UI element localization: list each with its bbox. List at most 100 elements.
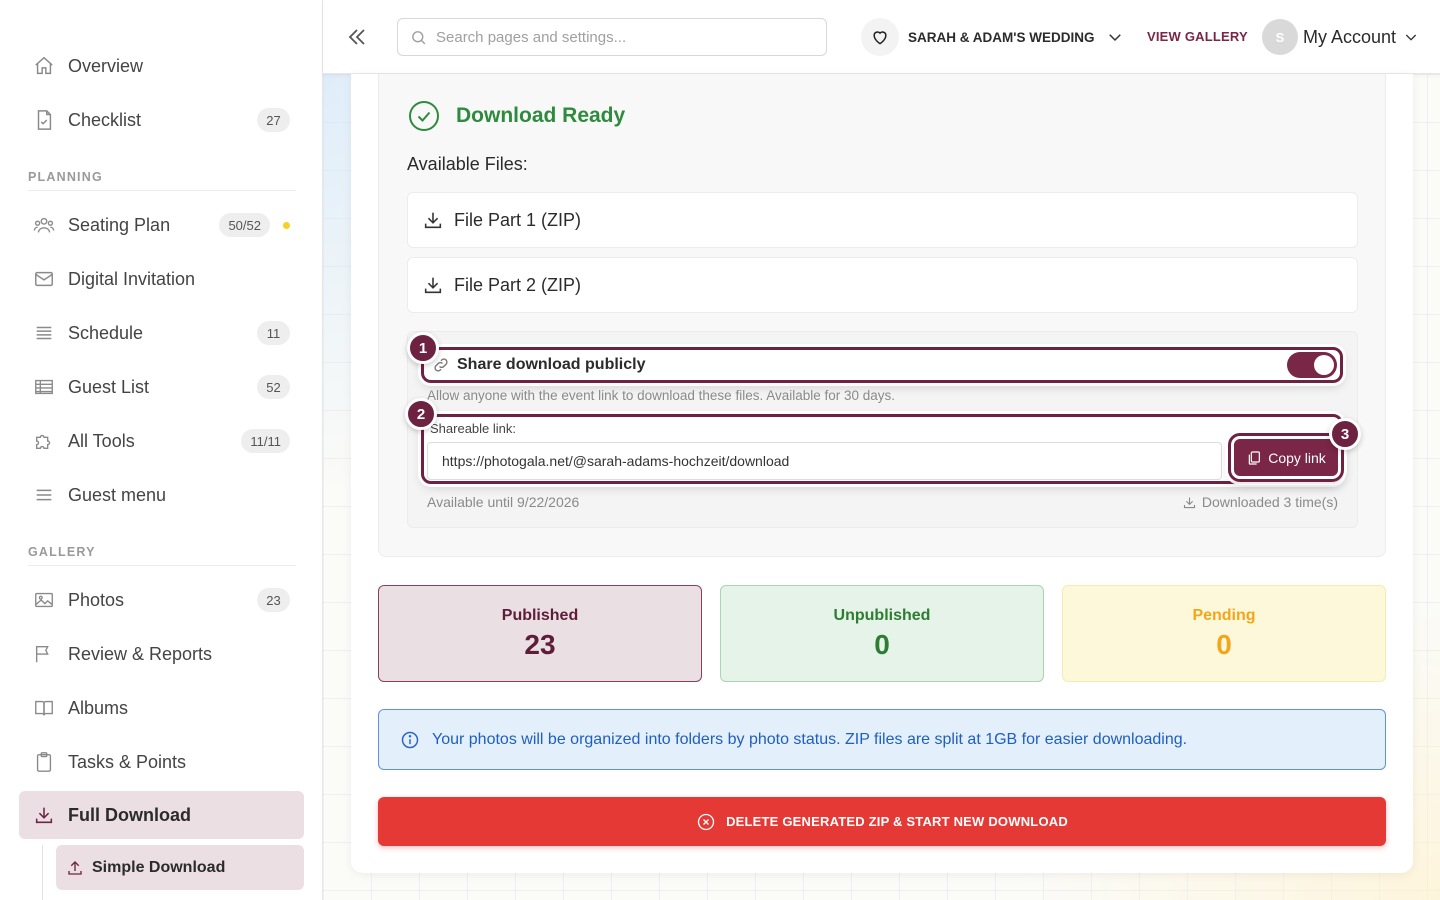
sidebar-item-label: Schedule (68, 322, 144, 343)
file-label: File Part 2 (ZIP) (454, 274, 582, 295)
avatar: S (1262, 19, 1298, 55)
search-input[interactable] (436, 28, 806, 46)
stat-label: Pending (1192, 606, 1256, 624)
sidebar-item-schedule[interactable]: Schedule 11 (19, 309, 304, 357)
stat-value: 0 (1216, 628, 1232, 660)
count-badge: 27 (257, 108, 290, 132)
share-label: Share download publicly (457, 356, 646, 373)
sidebar-item-checklist[interactable]: Checklist 27 (19, 96, 304, 144)
download-count: Downloaded 3 time(s) (1182, 494, 1338, 510)
step-marker: 1 (407, 332, 439, 364)
count-badge: 50/52 (219, 213, 270, 237)
sidebar-item-review-reports[interactable]: Review & Reports (19, 630, 304, 678)
menu-icon (33, 484, 55, 506)
book-icon (33, 697, 55, 719)
sidebar-item-guest-list[interactable]: Guest List 52 (19, 363, 304, 411)
heart-icon (861, 18, 899, 56)
section-divider (28, 565, 296, 566)
file-label: File Part 1 (ZIP) (454, 209, 582, 230)
available-until: Available until 9/22/2026 (427, 494, 580, 510)
chevron-down-icon (1106, 28, 1124, 46)
users-icon (33, 214, 55, 236)
count-badge: 11 (257, 321, 290, 345)
sidebar-item-tasks-points[interactable]: Tasks & Points (19, 738, 304, 786)
stat-pending: Pending 0 (1062, 585, 1386, 682)
search-icon (410, 29, 427, 46)
sidebar-item-photos[interactable]: Photos 23 (19, 576, 304, 624)
download-count-text: Downloaded 3 time(s) (1201, 494, 1338, 510)
section-divider (28, 190, 296, 191)
sidebar-item-guest-menu[interactable]: Guest menu (19, 471, 304, 519)
puzzle-icon (33, 430, 55, 452)
link-label: Shareable link: (430, 421, 516, 436)
copy-link-highlight: Copy link (1228, 433, 1344, 482)
main-card: Download Ready Available Files: File Par… (351, 74, 1413, 873)
check-circle-icon (408, 100, 440, 132)
image-icon (33, 589, 55, 611)
sidebar-item-label: Full Download (68, 804, 191, 825)
account-menu[interactable]: S My Account (1262, 18, 1419, 56)
download-icon (422, 209, 444, 231)
sidebar-item-label: Overview (68, 55, 144, 76)
download-icon (1182, 495, 1197, 510)
files-title: Available Files: (407, 154, 528, 174)
file-download-row[interactable]: File Part 2 (ZIP) (407, 257, 1358, 313)
copy-link-button[interactable]: Copy link (1234, 439, 1338, 476)
sidebar-item-seating-plan[interactable]: Seating Plan 50/52 (19, 201, 304, 249)
collapse-sidebar-icon[interactable] (345, 25, 369, 49)
mail-icon (33, 268, 55, 290)
file-download-row[interactable]: File Part 1 (ZIP) (407, 192, 1358, 248)
sidebar-subitem-simple-download[interactable]: Simple Download (56, 845, 304, 890)
list-icon (33, 322, 55, 344)
upload-icon (66, 859, 84, 877)
count-badge: 11/11 (241, 429, 290, 453)
download-status-title: Download Ready (456, 104, 626, 127)
sidebar-item-label: Seating Plan (68, 214, 171, 235)
sidebar-item-albums[interactable]: Albums (19, 684, 304, 732)
info-text: Your photos will be organized into folde… (432, 730, 1188, 748)
copy-link-label: Copy link (1268, 449, 1326, 466)
sidebar-item-all-tools[interactable]: All Tools 11/11 (19, 417, 304, 465)
shareable-link-input[interactable] (427, 442, 1222, 480)
delete-zip-label: DELETE GENERATED ZIP & START NEW DOWNLOA… (726, 814, 1068, 829)
download-icon (33, 804, 55, 826)
sidebar-item-label: Guest menu (68, 484, 167, 505)
info-alert: Your photos will be organized into folde… (378, 709, 1386, 770)
sidebar-item-full-download[interactable]: Full Download (19, 791, 304, 839)
event-selector[interactable]: SARAH & ADAM'S WEDDING (861, 18, 1124, 56)
search-box (397, 18, 827, 56)
download-icon (422, 274, 444, 296)
sidebar-item-label: Photos (68, 589, 125, 610)
stat-label: Unpublished (833, 606, 931, 624)
view-gallery-link[interactable]: VIEW GALLERY (1147, 29, 1248, 44)
flag-icon (33, 643, 55, 665)
count-badge: 52 (257, 375, 290, 399)
step-marker: 3 (1329, 418, 1361, 450)
share-toggle-row[interactable]: Share download publicly (421, 347, 1343, 383)
info-icon (400, 730, 420, 750)
section-label-planning: PLANNING (28, 170, 103, 184)
clipboard-icon (33, 751, 55, 773)
sidebar-item-label: Guest List (68, 376, 150, 397)
event-name: SARAH & ADAM'S WEDDING (908, 29, 1095, 45)
step-marker: 2 (405, 398, 437, 430)
sidebar-item-overview[interactable]: Overview (19, 42, 304, 90)
sidebar-item-label: Digital Invitation (68, 268, 196, 289)
section-label-gallery: GALLERY (28, 545, 96, 559)
home-icon (33, 55, 55, 77)
share-settings: Share download publicly Allow anyone wit… (405, 331, 1361, 528)
account-label: My Account (1303, 26, 1397, 47)
sidebar-item-digital-invitation[interactable]: Digital Invitation (19, 255, 304, 303)
submenu-line (42, 845, 43, 900)
stat-label: Published (501, 606, 579, 624)
stat-unpublished: Unpublished 0 (720, 585, 1044, 682)
shareable-link-area: Shareable link: (421, 414, 1343, 484)
stat-value: 0 (874, 628, 890, 660)
status-dot (283, 221, 290, 229)
table-icon (33, 376, 55, 398)
sidebar-item-label: All Tools (68, 430, 135, 451)
share-toggle[interactable] (1287, 352, 1337, 378)
download-panel: Download Ready Available Files: File Par… (378, 74, 1386, 557)
delete-zip-button[interactable]: DELETE GENERATED ZIP & START NEW DOWNLOA… (378, 797, 1386, 846)
share-description: Allow anyone with the event link to down… (427, 388, 896, 403)
